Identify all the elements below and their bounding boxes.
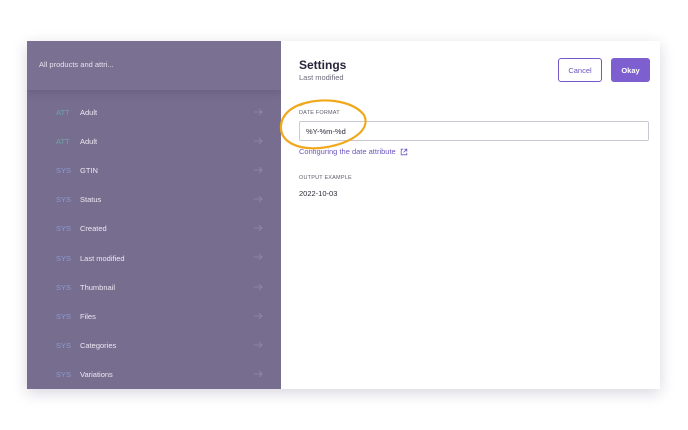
configure-date-attribute-link[interactable]: Configuring the date attribute xyxy=(299,147,408,156)
attribute-name: Adult xyxy=(80,108,98,118)
date-format-label: DATE FORMAT xyxy=(299,110,340,116)
okay-button[interactable]: Okay xyxy=(611,58,650,82)
cancel-button[interactable]: Cancel xyxy=(558,58,602,82)
attribute-row[interactable]: SYS Categories xyxy=(27,331,281,360)
settings-panel: Settings Last modified Cancel Okay DATE … xyxy=(281,41,660,389)
attribute-name: Last modified xyxy=(80,253,125,263)
attribute-tag: SYS xyxy=(56,166,72,176)
attribute-name: Thumbnail xyxy=(80,282,116,292)
attribute-tag: ATT xyxy=(56,108,70,118)
attribute-list-panel: All products and attri... ATT Adult ATT … xyxy=(27,41,281,389)
arrow-right-icon xyxy=(254,108,263,116)
arrow-right-icon xyxy=(254,195,263,203)
attribute-row[interactable]: SYS Files xyxy=(27,302,281,331)
attribute-name: Adult xyxy=(80,137,98,147)
date-format-input[interactable] xyxy=(299,121,649,141)
attribute-row[interactable]: ATT Adult xyxy=(27,127,281,156)
settings-window: All products and attri... ATT Adult ATT … xyxy=(27,41,660,389)
attribute-list-header: All products and attri... xyxy=(27,41,281,91)
attribute-list: ATT Adult ATT Adult SYS GTIN SYS Status … xyxy=(27,91,281,389)
arrow-right-icon xyxy=(254,341,263,349)
attribute-row[interactable]: SYS Status xyxy=(27,185,281,214)
configure-date-attribute-link-label: Configuring the date attribute xyxy=(299,147,396,156)
attribute-name: Variations xyxy=(80,369,113,379)
attribute-tag: SYS xyxy=(56,224,72,234)
attribute-row[interactable]: ATT Adult xyxy=(27,98,281,127)
arrow-right-icon xyxy=(254,137,263,145)
attribute-name: Categories xyxy=(80,340,117,350)
attribute-tag: SYS xyxy=(56,195,72,205)
output-example-label: OUTPUT EXAMPLE xyxy=(299,175,352,181)
attribute-name: Files xyxy=(80,311,96,321)
arrow-right-icon xyxy=(254,312,263,320)
attribute-tag: SYS xyxy=(56,282,72,292)
attribute-row[interactable]: SYS Thumbnail xyxy=(27,273,281,302)
attribute-tag: SYS xyxy=(56,311,72,321)
arrow-right-icon xyxy=(254,166,263,174)
settings-title: Settings xyxy=(299,58,347,72)
attribute-tag: SYS xyxy=(56,340,72,350)
attribute-row[interactable]: SYS Variations xyxy=(27,360,281,389)
arrow-right-icon xyxy=(254,370,263,378)
attribute-tag: SYS xyxy=(56,253,72,263)
attribute-name: Status xyxy=(80,195,102,205)
attribute-name: Created xyxy=(80,224,107,234)
external-link-icon xyxy=(400,148,407,155)
arrow-right-icon xyxy=(254,225,263,232)
attribute-tag: ATT xyxy=(56,137,70,147)
attribute-row[interactable]: SYS Last modified xyxy=(27,243,281,272)
settings-subtitle: Last modified xyxy=(299,73,344,82)
attribute-tag: SYS xyxy=(56,369,72,379)
attribute-row[interactable]: SYS Created xyxy=(27,214,281,243)
attribute-name: GTIN xyxy=(80,166,98,176)
output-example-value: 2022-10-03 xyxy=(299,189,338,198)
arrow-right-icon xyxy=(254,254,263,261)
arrow-right-icon xyxy=(254,283,263,290)
attribute-row[interactable]: SYS GTIN xyxy=(27,156,281,185)
